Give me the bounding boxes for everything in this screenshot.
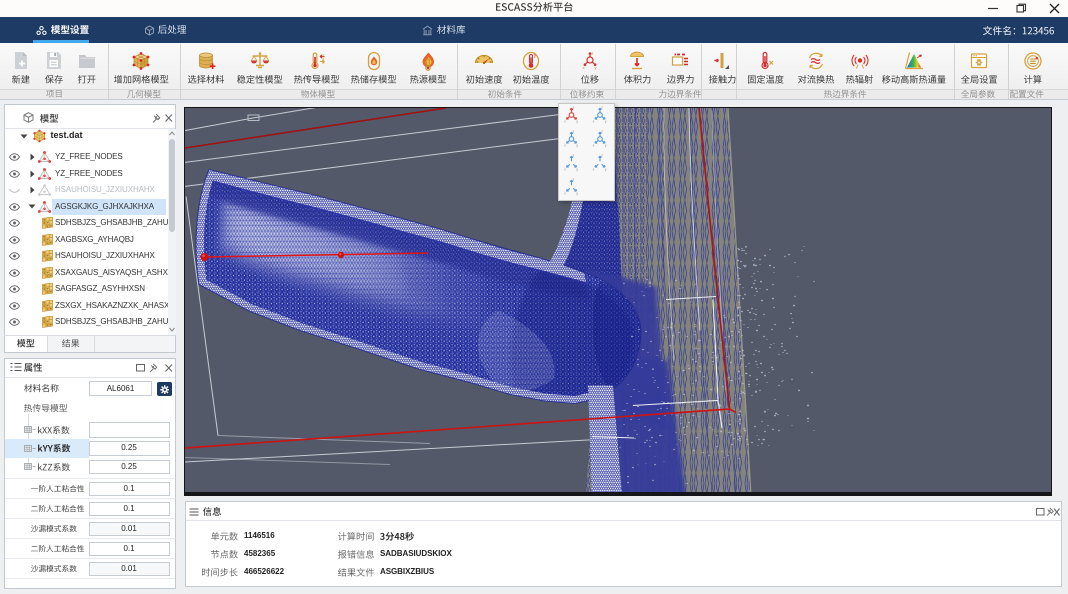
svg-text:z: z [572,129,574,133]
svg-text:y: y [576,119,578,123]
svg-text:y: y [576,167,578,171]
svg-text:x: x [564,143,566,147]
svg-text:y: y [604,143,606,147]
svg-text:y: y [576,143,578,147]
svg-text:x: x [564,167,566,171]
svg-text:z: z [572,177,574,181]
svg-text:z: z [572,153,574,157]
svg-text:y: y [604,167,606,171]
svg-text:z: z [592,51,594,56]
svg-text:x: x [583,65,585,70]
svg-text:x: x [592,167,594,171]
svg-text:z: z [572,105,574,109]
svg-text:x: x [564,191,566,195]
svg-text:y: y [576,191,578,195]
svg-text:x: x [592,143,594,147]
svg-text:z: z [601,153,603,157]
svg-text:z: z [601,105,603,109]
svg-text:y: y [595,65,597,70]
svg-text:x: x [592,119,594,123]
svg-text:y: y [604,119,606,123]
svg-text:x: x [564,119,566,123]
svg-text:z: z [601,129,603,133]
